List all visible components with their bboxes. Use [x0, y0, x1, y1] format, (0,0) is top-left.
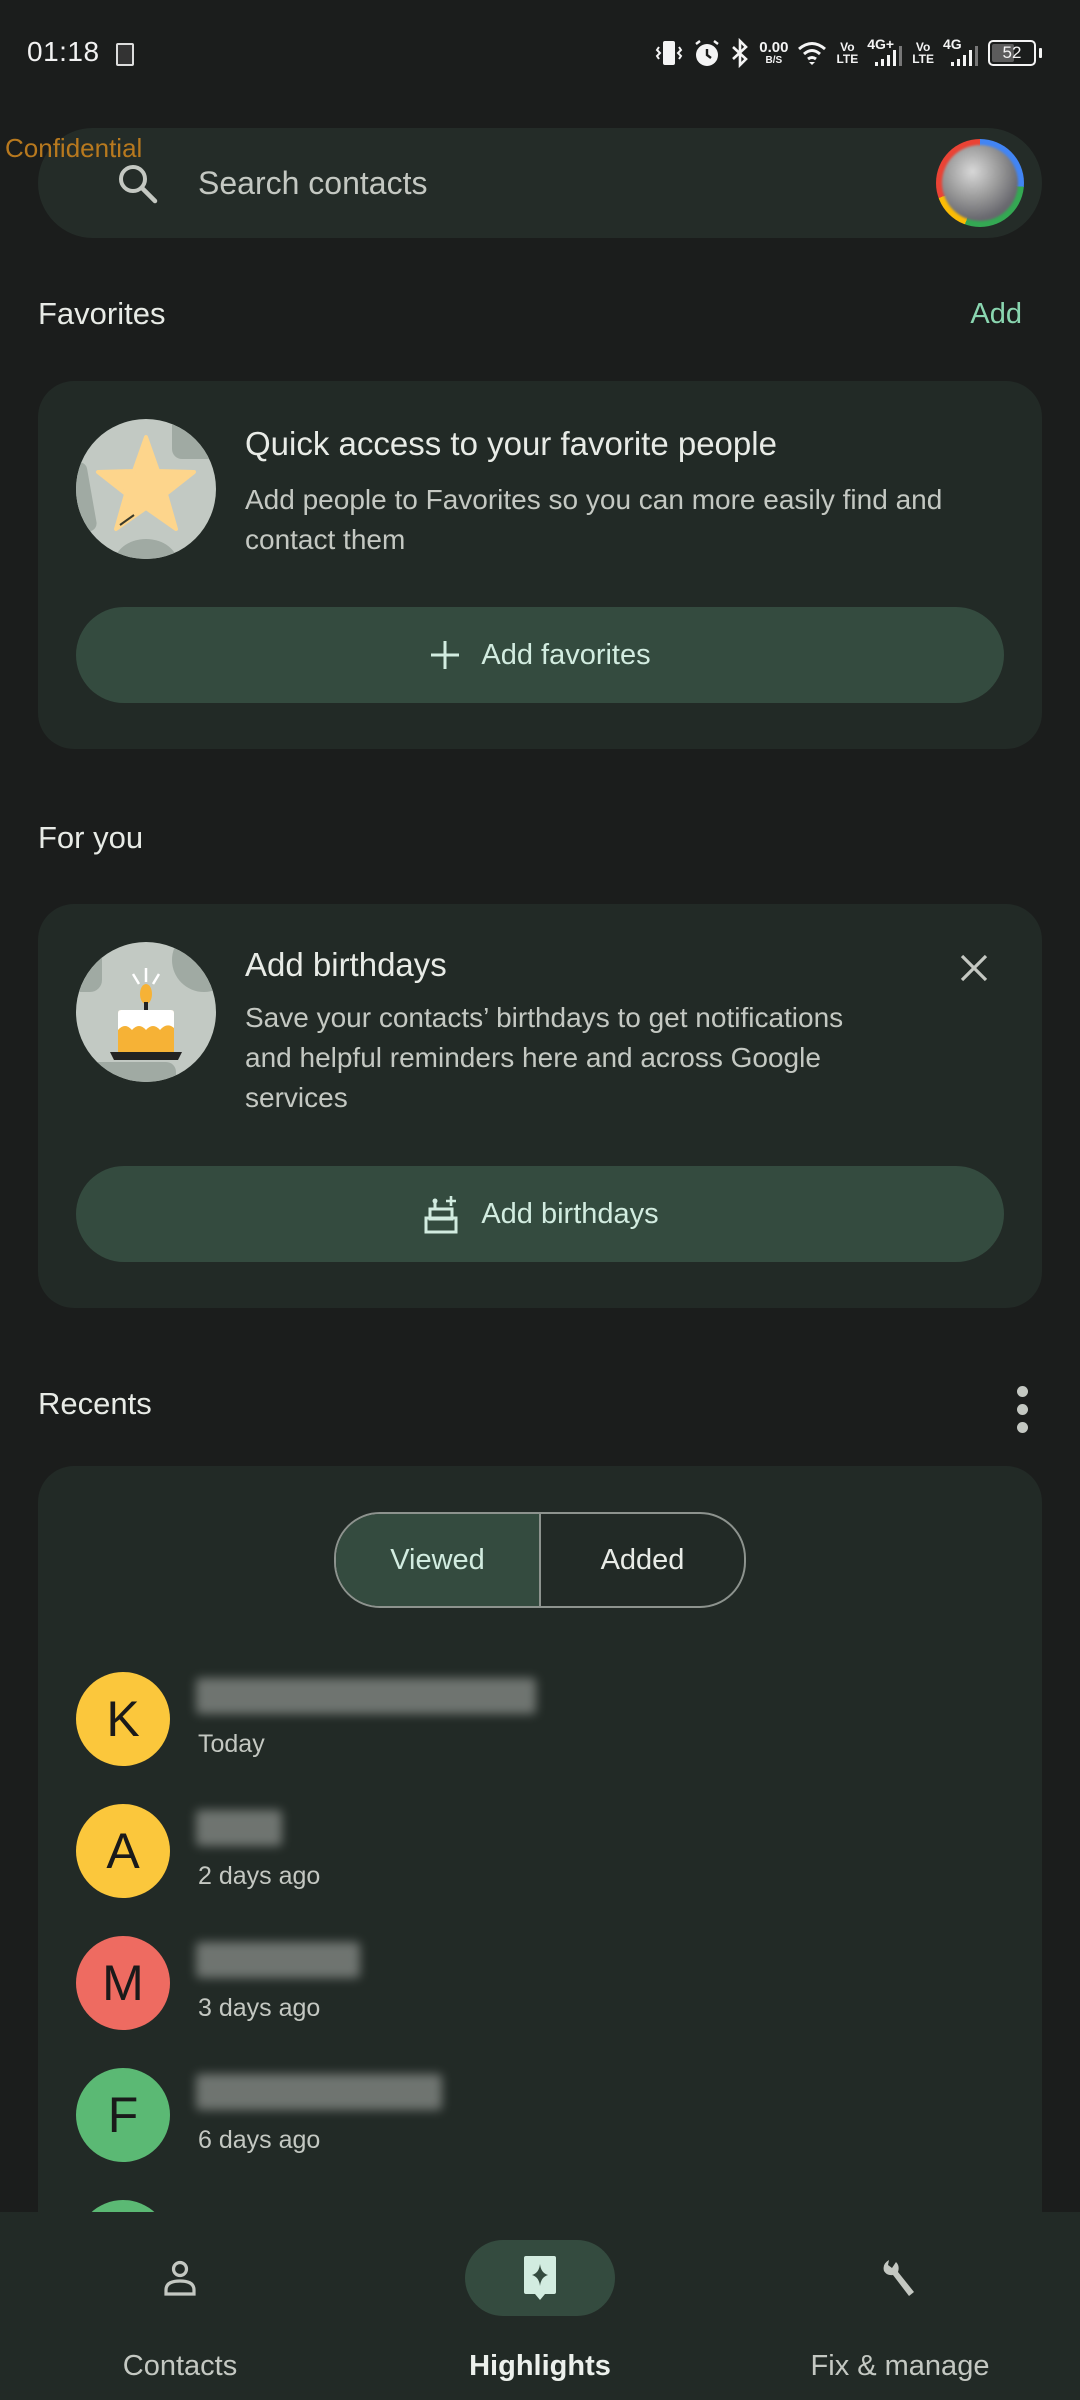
log-notification-icon	[116, 43, 134, 66]
bottom-navigation: Contacts Highlights Fix & manage	[0, 2212, 1080, 2400]
contact-avatar: M	[76, 1936, 170, 2030]
highlights-icon	[524, 2256, 556, 2300]
favorites-card-body: Add people to Favorites so you can more …	[245, 484, 943, 555]
recents-more-options-button[interactable]	[1016, 1386, 1028, 1433]
nav-highlights-label: Highlights	[469, 2350, 611, 2382]
battery-tip	[1039, 48, 1042, 58]
account-avatar-button[interactable]	[936, 139, 1024, 227]
vibrate-icon	[655, 41, 683, 65]
status-icons: 0.00 B/S Vo LTE 4G+ Vo LTE 4G 52	[654, 36, 1042, 70]
nav-contacts-label: Contacts	[122, 2350, 238, 2382]
recents-segmented-control: Viewed Added	[334, 1512, 746, 1608]
network-speed: 0.00 B/S	[759, 39, 789, 66]
favorites-card: Quick access to your favorite people Add…	[38, 381, 1042, 749]
favorites-add-link[interactable]: Add	[970, 298, 1022, 331]
tab-added[interactable]: Added	[541, 1514, 744, 1606]
wifi-icon	[798, 42, 827, 65]
nav-fix-manage-icon-container	[825, 2240, 975, 2316]
nav-highlights-icon-container	[465, 2240, 615, 2316]
search-bar[interactable]: Search contacts	[38, 128, 1042, 238]
favorites-heading: Favorites	[38, 296, 166, 331]
contact-last-viewed: 6 days ago	[198, 2126, 321, 2154]
account-photo	[942, 145, 1018, 221]
signal-bars-icon	[875, 46, 903, 66]
birthdays-card: Add birthdays Save your contacts’ birthd…	[38, 904, 1042, 1308]
wrench-icon	[883, 2260, 914, 2296]
contact-name-redacted	[196, 1810, 282, 1846]
contact-last-viewed: 2 days ago	[198, 1862, 321, 1890]
add-birthdays-button[interactable]: Add birthdays	[76, 1166, 1004, 1262]
nav-fix-manage-label: Fix & manage	[810, 2350, 990, 2382]
add-favorites-button[interactable]: Add favorites	[76, 607, 1004, 703]
bluetooth-icon	[732, 38, 749, 68]
alarm-icon	[695, 40, 719, 66]
recents-heading: Recents	[38, 1386, 152, 1421]
nav-contacts[interactable]: Contacts	[0, 2212, 360, 2400]
signal-sim2: 4G	[943, 37, 979, 68]
signal-bars-icon	[951, 46, 978, 66]
nav-contacts-icon-container	[105, 2240, 255, 2316]
recent-contact-row[interactable]: A 2 days ago	[38, 1786, 1042, 1918]
person-icon	[164, 2260, 196, 2296]
search-icon	[119, 165, 158, 204]
nav-highlights[interactable]: Highlights	[360, 2212, 720, 2400]
cake-add-icon	[424, 1196, 458, 1234]
birthdays-card-title: Add birthdays	[245, 946, 447, 983]
star-icon	[96, 435, 196, 531]
contact-avatar: K	[76, 1672, 170, 1766]
close-icon	[960, 954, 988, 982]
volte-sim2: Vo LTE	[912, 40, 934, 66]
recent-contact-row[interactable]: M 3 days ago	[38, 1918, 1042, 2050]
signal-sim1: 4G+	[867, 37, 903, 68]
contact-last-viewed: Today	[198, 1730, 265, 1758]
add-favorites-label: Add favorites	[481, 638, 651, 671]
cake-icon	[110, 968, 182, 1060]
contact-avatar: F	[76, 2068, 170, 2162]
confidential-watermark: Confidential	[5, 133, 143, 163]
recent-contact-row[interactable]: F 6 days ago	[38, 2050, 1042, 2182]
for-you-heading: For you	[38, 820, 144, 855]
plus-icon	[431, 641, 460, 669]
battery-icon: 52	[988, 40, 1036, 66]
birthdays-card-body: Save your contacts’ birthdays to get not…	[245, 1002, 844, 1113]
recent-contact-row[interactable]: K Today	[38, 1654, 1042, 1786]
contact-name-redacted	[196, 2074, 442, 2110]
favorites-card-title: Quick access to your favorite people	[245, 425, 777, 462]
cake-illustration	[76, 942, 216, 1082]
status-time: 01:18	[27, 36, 100, 67]
contact-name-redacted	[196, 1678, 536, 1714]
volte-sim1: Vo LTE	[836, 40, 859, 66]
add-birthdays-label: Add birthdays	[481, 1197, 659, 1230]
star-illustration	[76, 419, 216, 559]
status-bar: 01:18 0.00 B/S Vo LTE 4G+ Vo LTE 4G 52	[0, 0, 1080, 110]
contact-avatar: A	[76, 1804, 170, 1898]
nav-fix-manage[interactable]: Fix & manage	[720, 2212, 1080, 2400]
dismiss-birthdays-button[interactable]	[954, 948, 994, 988]
tab-viewed[interactable]: Viewed	[336, 1514, 539, 1606]
contact-name-redacted	[196, 1942, 360, 1978]
contact-last-viewed: 3 days ago	[198, 1994, 321, 2022]
search-input[interactable]: Search contacts	[198, 128, 427, 238]
more-vert-icon	[1016, 1386, 1028, 1397]
